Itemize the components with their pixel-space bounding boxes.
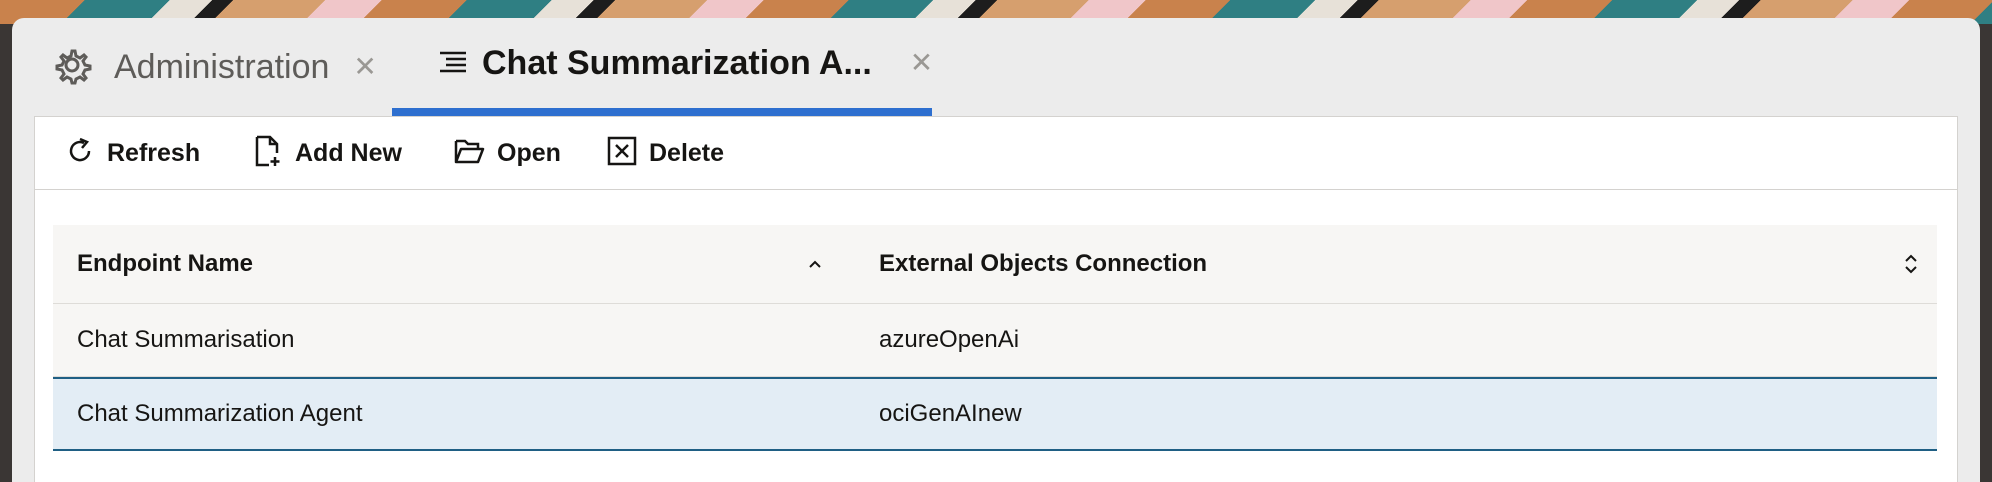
connection-cell: ociGenAInew [879,400,1022,427]
endpoint-name-cell: Chat Summarization Agent [77,400,363,427]
delete-icon [607,136,637,171]
toolbar: Refresh Add New Open Delete [35,117,1957,190]
refresh-label: Refresh [107,138,201,167]
refresh-button[interactable]: Refresh [65,117,200,189]
new-document-icon [253,135,283,172]
sort-toggle-icon[interactable] [1901,225,1921,303]
endpoints-table: Endpoint Name External Objects Connectio… [53,225,1937,451]
app-window: Administration ✕ Chat Summarization A...… [12,18,1980,482]
tab-administration[interactable]: Administration ✕ [54,18,377,116]
close-icon[interactable]: ✕ [353,53,376,81]
add-new-label: Add New [295,138,402,167]
tab-bar: Administration ✕ Chat Summarization A...… [12,18,1980,116]
folder-open-icon [453,136,485,171]
connection-cell: azureOpenAi [879,326,1020,353]
table-header: Endpoint Name External Objects Connectio… [53,225,1937,304]
close-icon[interactable]: ✕ [910,49,933,77]
main-content: Refresh Add New Open Delete Endpoint Nam… [34,116,1958,482]
column-header-endpoint-name[interactable]: Endpoint Name [77,225,253,303]
tab-label: Chat Summarization A... [482,43,872,82]
refresh-icon [65,136,95,171]
sort-ascending-icon[interactable] [805,225,825,303]
delete-label: Delete [649,138,725,167]
endpoint-name-cell: Chat Summarisation [77,326,295,353]
add-new-button[interactable]: Add New [253,117,402,189]
delete-button[interactable]: Delete [607,117,724,189]
tab-label: Administration [114,47,330,86]
column-header-external-objects-connection[interactable]: External Objects Connection [879,225,1207,303]
gear-icon [54,47,94,87]
open-button[interactable]: Open [453,117,561,189]
list-icon [438,48,468,78]
table-row[interactable]: Chat Summarisation azureOpenAi [53,304,1937,377]
tab-chat-summarization[interactable]: Chat Summarization A... ✕ [392,18,933,116]
open-label: Open [497,138,561,167]
table-row-selected[interactable]: Chat Summarization Agent ociGenAInew [53,377,1937,451]
